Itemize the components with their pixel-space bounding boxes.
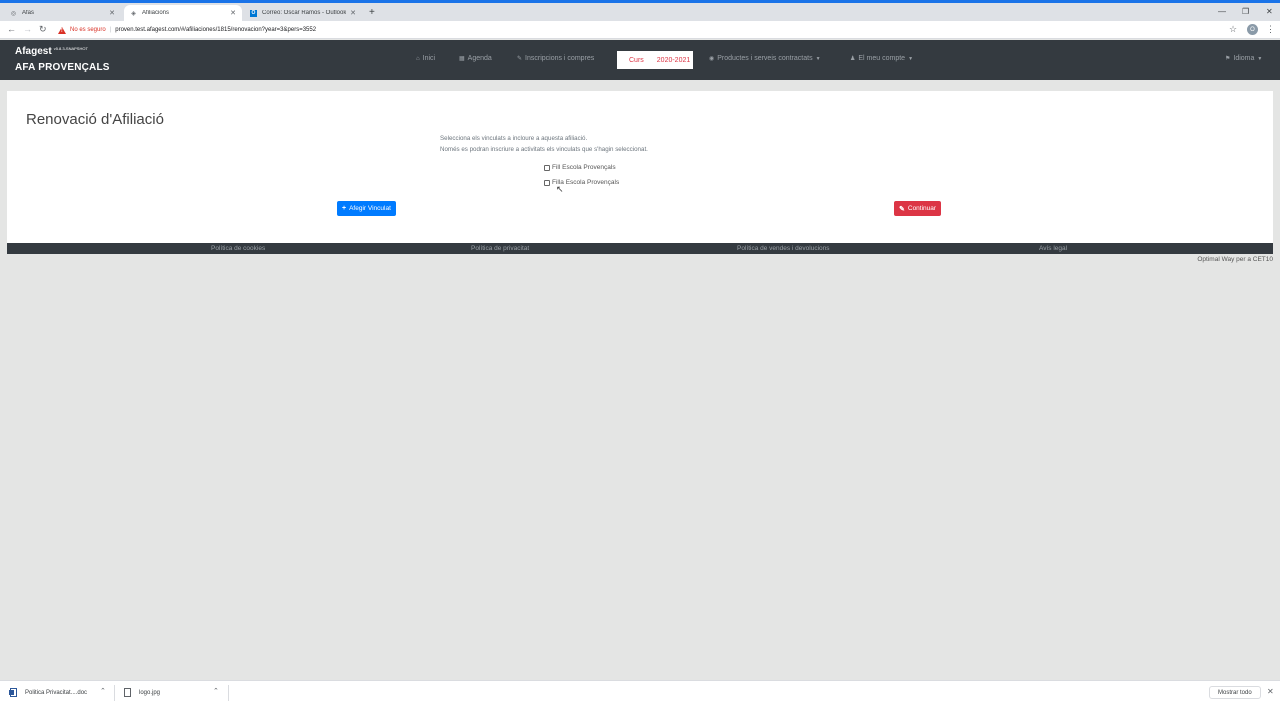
back-icon[interactable]: ← bbox=[7, 24, 16, 35]
brand[interactable]: Afagest v5.8.3-SNAPSHOT AFA PROVENÇALS bbox=[15, 46, 110, 73]
nav-label: Agenda bbox=[467, 55, 492, 62]
image-file-icon bbox=[124, 688, 131, 697]
download-name: Politica Privacitat....doc bbox=[25, 689, 88, 696]
tab-afiliacions[interactable]: ◈ Afiliacions ✕ bbox=[124, 5, 242, 21]
nav-inscripcions[interactable]: ✎ Inscripcions i compres bbox=[517, 55, 594, 62]
browser-toolbar: ← → ↻ No es seguro | proven.test.afagest… bbox=[0, 21, 1280, 39]
outlook-icon: O bbox=[250, 9, 257, 17]
help-line-1: Selecciona els vinculats a incloure a aq… bbox=[440, 135, 588, 142]
not-secure-label: No es seguro bbox=[70, 27, 106, 33]
forward-icon[interactable]: → bbox=[23, 24, 32, 35]
button-label: Afegir Vinculat bbox=[349, 205, 391, 212]
new-tab-button[interactable]: + bbox=[369, 8, 375, 18]
window-close-icon[interactable]: ✕ bbox=[1266, 7, 1273, 16]
add-vinculat-button[interactable]: + Afegir Vinculat bbox=[337, 201, 396, 216]
user-icon: ♟ bbox=[850, 56, 856, 62]
show-all-button[interactable]: Mostrar todo bbox=[1209, 686, 1261, 699]
edit-icon: ✎ bbox=[899, 205, 905, 213]
chevron-up-icon[interactable]: ⌃ bbox=[100, 687, 106, 695]
continue-button[interactable]: ✎ Continuar bbox=[894, 201, 942, 216]
url-text: proven.test.afagest.com/#/afiliaciones/1… bbox=[115, 27, 317, 33]
calendar-icon: ▦ bbox=[459, 56, 465, 62]
nav-label: Inici bbox=[422, 55, 436, 62]
close-icon[interactable]: ✕ bbox=[230, 9, 236, 17]
course-selector[interactable]: Curs 2020-2021 bbox=[617, 51, 693, 69]
browser-tabstrip: ◎ Afas ✕ ◈ Afiliacions ✕ O Correo: Oscar… bbox=[0, 3, 1280, 21]
divider bbox=[114, 685, 115, 701]
address-bar[interactable]: No es seguro | proven.test.afagest.com/#… bbox=[58, 24, 316, 36]
button-label: Continuar bbox=[907, 205, 937, 212]
tab-afas[interactable]: ◎ Afas ✕ bbox=[4, 5, 121, 21]
tab-title: Afas bbox=[22, 10, 35, 16]
checkbox-fill[interactable]: Fill Escola Provençals bbox=[544, 164, 616, 171]
restore-icon[interactable]: ❐ bbox=[1242, 7, 1249, 16]
kebab-menu-icon[interactable]: ⋮ bbox=[1266, 24, 1275, 35]
footer-link-cookies[interactable]: Política de cookies bbox=[211, 245, 265, 252]
mouse-cursor-icon: ↖ bbox=[556, 184, 564, 194]
shield-icon: ◈ bbox=[131, 10, 136, 17]
nav-inici[interactable]: ⌂ Inici bbox=[416, 55, 435, 62]
tab-title: Afiliacions bbox=[142, 10, 170, 16]
eye-icon: ◉ bbox=[709, 56, 715, 62]
nav-label: Productes i serveis contractats bbox=[717, 55, 813, 62]
nav-agenda[interactable]: ▦ Agenda bbox=[459, 55, 492, 62]
footer-link-legal[interactable]: Avís legal bbox=[1039, 245, 1067, 252]
download-name: logo.jpg bbox=[139, 689, 161, 696]
org-name: AFA PROVENÇALS bbox=[15, 62, 110, 73]
profile-avatar[interactable]: O bbox=[1247, 24, 1258, 35]
checkbox-label[interactable]: Fill Escola Provençals bbox=[552, 164, 616, 171]
close-icon[interactable]: ✕ bbox=[350, 9, 356, 17]
nav-label: El meu compte bbox=[858, 55, 906, 62]
download-item[interactable]: logo.jpg bbox=[124, 687, 160, 698]
nav-compte[interactable]: ♟ El meu compte ▼ bbox=[850, 55, 913, 62]
caret-down-icon: ▼ bbox=[1257, 55, 1263, 62]
globe-icon: ◎ bbox=[10, 10, 17, 17]
help-line-2: Només es podran inscriure a activitats e… bbox=[440, 146, 648, 153]
nav-idioma[interactable]: ⚑ Idioma ▼ bbox=[1225, 55, 1262, 62]
renewal-card: Renovació d'Afiliació Selecciona els vin… bbox=[7, 91, 1273, 243]
minimize-icon[interactable]: — bbox=[1218, 7, 1226, 16]
close-icon[interactable]: ✕ bbox=[109, 9, 115, 17]
tab-outlook[interactable]: O Correo: Oscar Ramos - Outlook ✕ bbox=[244, 5, 362, 21]
divider bbox=[228, 685, 229, 701]
close-icon[interactable]: ✕ bbox=[1267, 687, 1274, 696]
course-year: 2020-2021 bbox=[656, 56, 691, 64]
checkbox[interactable] bbox=[544, 164, 550, 171]
home-icon: ⌂ bbox=[416, 55, 420, 62]
course-label: Curs bbox=[629, 56, 644, 64]
flag-icon: ⚑ bbox=[1225, 56, 1231, 62]
tab-title: Correo: Oscar Ramos - Outlook bbox=[262, 10, 347, 16]
brand-name: Afagest bbox=[15, 46, 52, 57]
plus-icon: + bbox=[342, 205, 347, 212]
caret-down-icon: ▼ bbox=[815, 55, 821, 62]
word-doc-icon bbox=[9, 688, 17, 697]
brand-version: v5.8.3-SNAPSHOT bbox=[53, 46, 88, 51]
nav-label: Inscripcions i compres bbox=[525, 55, 595, 62]
reload-icon[interactable]: ↻ bbox=[39, 24, 47, 35]
caret-down-icon: ▼ bbox=[908, 55, 914, 62]
help-text: Selecciona els vinculats a incloure a aq… bbox=[440, 133, 648, 155]
bookmark-star-icon[interactable]: ☆ bbox=[1229, 24, 1237, 35]
warning-icon bbox=[58, 26, 66, 34]
page-title: Renovació d'Afiliació bbox=[26, 111, 164, 128]
nav-label: Idioma bbox=[1233, 55, 1255, 62]
credits[interactable]: Optimal Way per a CET10 bbox=[1197, 256, 1273, 263]
download-bar: Politica Privacitat....doc ⌃ logo.jpg ⌃ … bbox=[0, 680, 1280, 704]
footer: Política de cookies Política de privacit… bbox=[7, 243, 1273, 254]
nav-productes[interactable]: ◉ Productes i serveis contractats ▼ bbox=[709, 55, 821, 62]
checkbox[interactable] bbox=[544, 179, 550, 186]
footer-link-sales[interactable]: Política de vendes i devolucions bbox=[737, 245, 830, 252]
chevron-up-icon[interactable]: ⌃ bbox=[213, 687, 219, 695]
edit-icon: ✎ bbox=[517, 56, 523, 62]
download-item[interactable]: Politica Privacitat....doc bbox=[9, 687, 88, 698]
url-separator: | bbox=[109, 27, 112, 33]
footer-link-privacy[interactable]: Política de privacitat bbox=[471, 245, 529, 252]
